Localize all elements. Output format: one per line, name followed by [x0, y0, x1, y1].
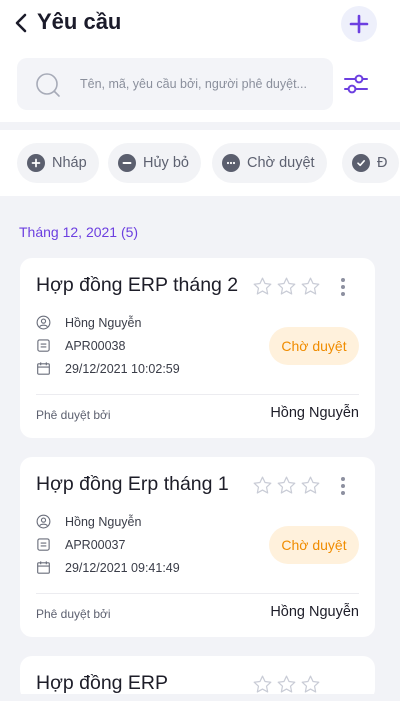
calendar-icon — [37, 362, 50, 375]
search-box — [17, 58, 333, 110]
star-icon[interactable] — [276, 674, 297, 695]
bottom-edge — [0, 694, 400, 701]
sliders-icon[interactable] — [343, 71, 369, 97]
star-icon[interactable] — [300, 276, 321, 297]
star-icon[interactable] — [252, 674, 273, 695]
rating-stars[interactable] — [252, 475, 321, 496]
rating-stars[interactable] — [252, 276, 321, 297]
request-title: Hợp đồng Erp tháng 1 — [36, 473, 229, 495]
document-icon — [37, 538, 50, 551]
add-request-button[interactable] — [341, 6, 377, 42]
plus-circle-icon — [27, 154, 45, 172]
document-icon — [37, 339, 50, 352]
code-row: APR00038 — [36, 338, 125, 353]
filter-chip-label: Hủy bỏ — [143, 155, 189, 171]
requester-name: Hồng Nguyễn — [65, 514, 142, 529]
status-filter-bar: Nháp Hủy bỏ Chờ duyệt Đ — [0, 130, 400, 196]
datetime-row: 29/12/2021 10:02:59 — [36, 361, 180, 376]
more-options-button[interactable] — [337, 474, 349, 498]
request-card[interactable]: Hợp đồng Erp tháng 1 Hồng Nguyễn APR0003… — [20, 457, 375, 637]
request-title: Hợp đồng ERP tháng 2 — [36, 274, 239, 296]
star-icon[interactable] — [252, 475, 273, 496]
user-icon — [36, 514, 51, 529]
filter-chip-draft[interactable]: Nháp — [17, 143, 99, 183]
filter-chip-pending[interactable]: Chờ duyệt — [212, 143, 327, 183]
check-circle-icon — [352, 154, 370, 172]
search-icon — [36, 73, 60, 97]
more-options-button[interactable] — [337, 275, 349, 299]
requester-row: Hồng Nguyễn — [36, 315, 141, 330]
star-icon[interactable] — [276, 276, 297, 297]
filter-chip-label: Chờ duyệt — [247, 155, 315, 171]
requester-name: Hồng Nguyễn — [65, 315, 142, 330]
requester-row: Hồng Nguyễn — [36, 514, 141, 529]
filter-chip-label: Đ — [377, 155, 388, 171]
request-code: APR00038 — [65, 338, 126, 353]
more-circle-icon — [222, 154, 240, 172]
month-group-title: Tháng 12, 2021 (5) — [19, 224, 139, 240]
request-card[interactable]: Hợp đồng ERP tháng 2 Hồng Nguyễn APR0003… — [20, 258, 375, 438]
approved-by-label: Phê duyệt bởi — [36, 607, 111, 621]
datetime-row: 29/12/2021 09:41:49 — [36, 560, 180, 575]
filter-chip-cancelled[interactable]: Hủy bỏ — [108, 143, 201, 183]
request-datetime: 29/12/2021 10:02:59 — [65, 361, 180, 376]
calendar-icon — [37, 561, 50, 574]
back-button[interactable] — [14, 9, 28, 37]
header: Yêu cầu — [0, 0, 400, 122]
filter-chip-approved[interactable]: Đ — [342, 143, 400, 183]
request-datetime: 29/12/2021 09:41:49 — [65, 560, 180, 575]
star-icon[interactable] — [300, 475, 321, 496]
approved-by-label: Phê duyệt bởi — [36, 408, 111, 422]
request-code: APR00037 — [65, 537, 126, 552]
chevron-left-icon — [15, 13, 27, 33]
divider — [36, 593, 359, 594]
plus-icon — [349, 14, 369, 34]
star-icon[interactable] — [300, 674, 321, 695]
divider — [36, 394, 359, 395]
approver-name: Hồng Nguyễn — [270, 604, 359, 620]
code-row: APR00037 — [36, 537, 125, 552]
user-icon — [36, 315, 51, 330]
filter-chip-label: Nháp — [52, 155, 87, 171]
star-icon[interactable] — [276, 475, 297, 496]
rating-stars[interactable] — [252, 674, 321, 695]
star-icon[interactable] — [252, 276, 273, 297]
approver-name: Hồng Nguyễn — [270, 405, 359, 421]
minus-circle-icon — [118, 154, 136, 172]
page-title: Yêu cầu — [37, 9, 122, 34]
request-title: Hợp đồng ERP — [36, 672, 169, 694]
search-input[interactable] — [80, 58, 325, 110]
status-badge: Chờ duyệt — [269, 327, 359, 365]
status-badge: Chờ duyệt — [269, 526, 359, 564]
